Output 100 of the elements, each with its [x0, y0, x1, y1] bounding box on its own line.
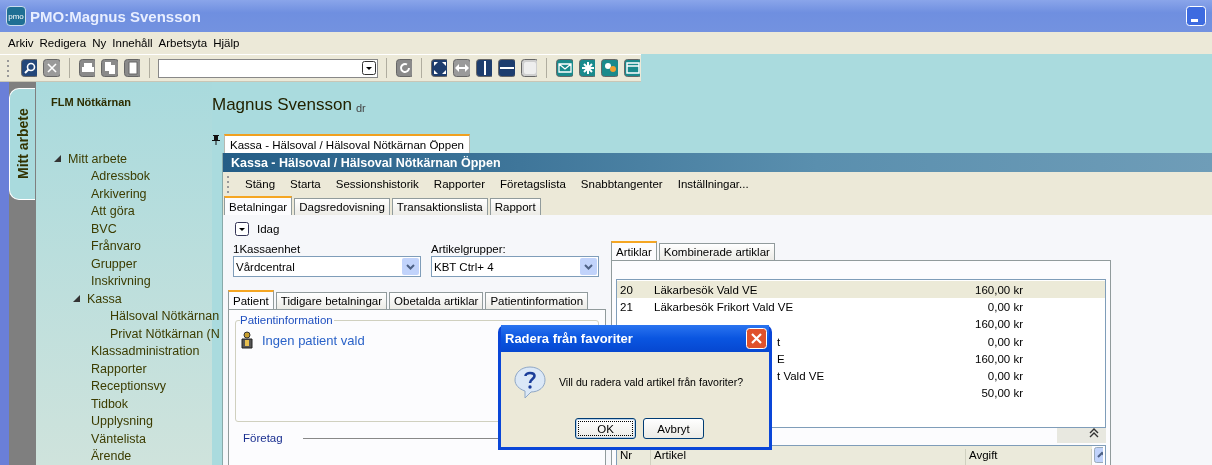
table-cell: 20	[620, 283, 633, 296]
tab[interactable]: Dagsredovisning	[294, 198, 390, 215]
close-icon[interactable]	[43, 59, 60, 77]
arrows-icon[interactable]	[453, 59, 470, 77]
side-tab[interactable]: Mitt arbete	[9, 88, 35, 200]
toolbar-button[interactable]: Sessionshistorik	[335, 178, 419, 190]
dropdown-field[interactable]: KBT Ctrl+ 4	[431, 256, 599, 277]
tree-item[interactable]: Privat Nötkärnan (N	[110, 326, 220, 341]
dialog-title: Radera från favoriter	[505, 331, 633, 346]
expand-arrow-icon[interactable]	[53, 154, 62, 164]
chevron-down-icon[interactable]	[580, 258, 597, 275]
group-title: Patientinformation	[240, 314, 334, 326]
tab[interactable]: Obetalda artiklar	[389, 292, 484, 309]
tree-item[interactable]: Tidbok	[91, 396, 129, 411]
table-cell: Läkarbesök Vald VE	[654, 283, 758, 296]
tab[interactable]: Betalningar	[224, 196, 293, 215]
user-name: Magnus Svensson	[212, 95, 352, 115]
expand-icon[interactable]	[431, 59, 448, 77]
tree-item[interactable]: Mitt arbete	[68, 151, 128, 166]
dropdown-icon[interactable]	[235, 222, 249, 236]
sidebar-title: FLM Nötkärnan	[50, 96, 133, 108]
menu-item[interactable]: Innehåll	[109, 37, 156, 49]
tree-item[interactable]: Receptionsvy	[91, 379, 167, 394]
minimize-button[interactable]	[1186, 6, 1206, 26]
tree-item[interactable]: Ärende	[91, 449, 132, 464]
date-toggle-label[interactable]: Idag	[257, 223, 280, 235]
question-icon	[513, 365, 547, 399]
double-chevron-up-icon[interactable]	[1088, 428, 1100, 438]
square-icon[interactable]	[520, 59, 538, 77]
document-tab[interactable]: Kassa - Hälsoval / Hälsoval Nötkärnan Öppen	[224, 134, 470, 153]
toolbar-button[interactable]: Företagslista	[500, 178, 566, 190]
chevron-down-icon[interactable]	[402, 258, 419, 275]
tree-item[interactable]: BVC	[91, 221, 117, 236]
tree-item[interactable]: Kassa	[87, 291, 122, 306]
table-cell: t	[777, 335, 781, 348]
tree-item[interactable]: Klassadministration	[91, 344, 200, 359]
menu-item[interactable]: Hjälp	[210, 37, 243, 49]
tree-item[interactable]: Adressbok	[91, 169, 151, 184]
column-header[interactable]: Avgift	[966, 449, 1092, 465]
rows-icon[interactable]	[498, 59, 515, 77]
tree-item[interactable]: Inskrivning	[91, 274, 151, 289]
menu-item[interactable]: Redigera	[36, 37, 90, 49]
table-cell: 160,00 kr	[975, 318, 1023, 331]
field-label: Artikelgrupper:	[431, 243, 507, 255]
dropdown-field[interactable]: Vårdcentral	[233, 256, 421, 277]
dropdown-icon[interactable]	[361, 61, 376, 75]
toolbar-button[interactable]: Stäng	[245, 178, 276, 190]
expand-arrow-icon[interactable]	[72, 294, 81, 304]
table-cell: 160,00 kr	[975, 283, 1023, 296]
mail-icon[interactable]	[556, 59, 573, 77]
columns-icon[interactable]	[475, 59, 493, 77]
pin-icon[interactable]	[212, 135, 220, 145]
toolbar-button[interactable]: Starta	[290, 178, 321, 190]
tab[interactable]: Tidigare betalningar	[275, 292, 388, 309]
table-cell: 0,00 kr	[987, 370, 1023, 383]
toolbar-grip[interactable]	[227, 175, 230, 193]
tab[interactable]: Artiklar	[611, 241, 657, 260]
tree-item[interactable]: Grupper	[91, 256, 137, 271]
toolbar-button[interactable]: Inställningar...	[677, 178, 749, 190]
field-label: 1Kassaenhet	[233, 243, 302, 255]
dialog-button[interactable]: Avbryt	[643, 418, 704, 439]
list-row[interactable]: 21 Läkarbesök Frikort Vald VE 0,00 kr	[617, 298, 1105, 316]
dialog-button[interactable]: OK	[575, 418, 636, 439]
page-icon[interactable]	[123, 59, 140, 77]
tree-item[interactable]: Arkivering	[91, 186, 147, 201]
table-cell: 0,00 kr	[987, 335, 1023, 348]
tab[interactable]: Patient	[228, 290, 274, 309]
person-icon	[240, 331, 254, 349]
list-row[interactable]: 20 Läkarbesök Vald VE 160,00 kr	[617, 281, 1105, 299]
tab[interactable]: Rapport	[489, 198, 541, 215]
dialog-message: Vill du radera vald artikel från favoriter?	[559, 376, 744, 388]
toolbar-grip[interactable]	[7, 59, 10, 77]
patient-link[interactable]: Ingen patient vald	[262, 332, 365, 348]
scroll-up-button[interactable]	[1094, 447, 1103, 463]
tree-item[interactable]: Hälsoval Nötkärnan	[110, 309, 220, 324]
tab[interactable]: Patientinformation	[485, 292, 589, 309]
tab[interactable]: Kombinerade artiklar	[658, 243, 775, 260]
print-icon[interactable]	[78, 59, 96, 77]
table-cell: Läkarbesök Frikort Vald VE	[654, 300, 794, 313]
tree-item[interactable]: Upplysning	[91, 414, 153, 429]
refresh-icon[interactable]	[395, 59, 413, 77]
tree-item[interactable]: Att göra	[91, 204, 135, 219]
people-icon[interactable]	[601, 59, 618, 77]
search-icon[interactable]	[20, 59, 38, 77]
table-cell: 0,00 kr	[987, 300, 1023, 313]
tree-item[interactable]: Frånvaro	[91, 239, 142, 254]
tab[interactable]: Transaktionslista	[391, 198, 488, 215]
close-button[interactable]	[746, 328, 767, 349]
menu-item[interactable]: Ny	[89, 37, 110, 49]
toolbar-button[interactable]: Rapporter	[433, 178, 485, 190]
table-cell: 21	[620, 300, 633, 313]
table-cell: E	[777, 352, 785, 365]
menu-item[interactable]: Arkiv	[5, 37, 37, 49]
tree-item[interactable]: Väntelista	[91, 431, 146, 446]
panel-title: Kassa - Hälsoval / Hälsoval Nötkärnan Öppen	[231, 155, 501, 170]
copy-icon[interactable]	[101, 59, 118, 77]
menu-item[interactable]: Arbetsyta	[155, 37, 211, 49]
toolbar-button[interactable]: Snabbtangenter	[580, 178, 663, 190]
asterisk-icon[interactable]	[578, 59, 596, 77]
tree-item[interactable]: Rapporter	[91, 361, 147, 376]
